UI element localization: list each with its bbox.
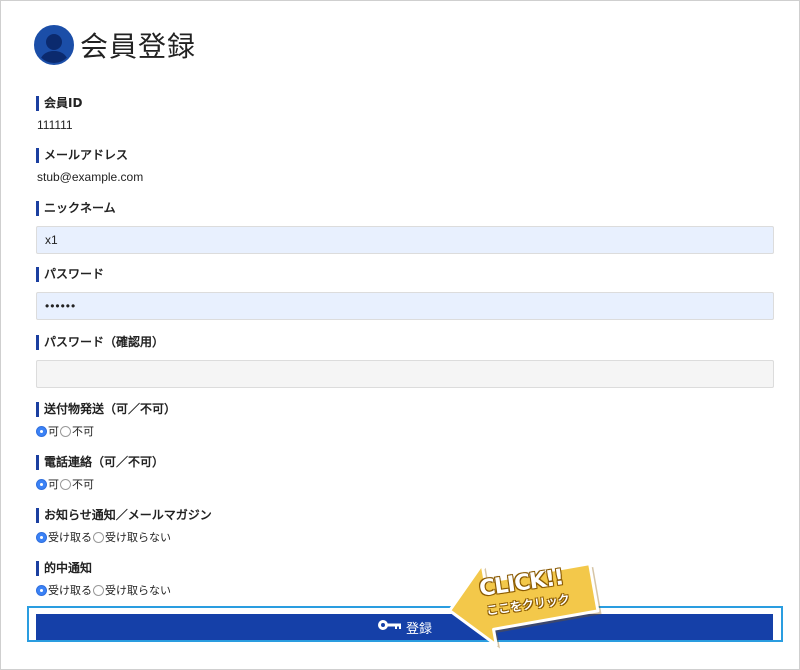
register-button-label: 登録 [405,621,432,637]
page-title: 会員登録 [80,30,197,63]
email-section: メールアドレス stub@example.com [36,148,776,184]
shipping-section: 送付物発送（可／不可） 可 不可 [36,402,776,439]
email-value: stub@example.com [37,170,144,184]
newsletter-label: お知らせ通知／メールマガジン [36,508,776,523]
password-confirm-section: パスワード（確認用） [36,335,776,388]
password-confirm-input[interactable] [36,360,774,388]
shipping-radio-yes[interactable] [36,425,47,437]
winning-radio-decline[interactable] [93,584,104,596]
shipping-option-yes-label[interactable]: 可 [48,423,59,439]
nickname-label: ニックネーム [36,201,776,216]
password-section: パスワード •••••• [36,267,776,320]
shipping-radio-no[interactable] [60,425,71,437]
page-header: 会員登録 [34,23,196,67]
password-input[interactable]: •••••• [36,292,774,320]
phone-radio-group: 可 不可 [36,476,776,492]
member-id-label: 会員ID [36,96,776,111]
phone-section: 電話連絡（可／不可） 可 不可 [36,455,776,492]
winning-radio-group: 受け取る 受け取らない [36,582,776,598]
winning-label: 的中通知 [36,561,776,576]
newsletter-option-receive-label[interactable]: 受け取る [48,529,92,545]
nickname-input[interactable]: x1 [36,226,774,254]
phone-radio-no[interactable] [60,478,71,490]
register-button[interactable]: 登録 [36,614,773,640]
password-label: パスワード [36,267,776,282]
key-icon [377,619,403,635]
winning-section: 的中通知 受け取る 受け取らない [36,561,776,598]
phone-option-yes-label[interactable]: 可 [48,476,59,492]
newsletter-section: お知らせ通知／メールマガジン 受け取る 受け取らない [36,508,776,545]
phone-option-no-label[interactable]: 不可 [72,476,94,492]
shipping-label: 送付物発送（可／不可） [36,402,776,417]
winning-option-decline-label[interactable]: 受け取らない [105,582,171,598]
user-icon [34,25,74,65]
shipping-radio-group: 可 不可 [36,423,776,439]
winning-option-receive-label[interactable]: 受け取る [48,582,92,598]
newsletter-radio-receive[interactable] [36,531,47,543]
winning-radio-receive[interactable] [36,584,47,596]
nickname-section: ニックネーム x1 [36,201,776,254]
phone-label: 電話連絡（可／不可） [36,455,776,470]
member-id-section: 会員ID 111111 [36,96,776,132]
email-label: メールアドレス [36,148,776,163]
phone-radio-yes[interactable] [36,478,47,490]
shipping-option-no-label[interactable]: 不可 [72,423,94,439]
newsletter-option-decline-label[interactable]: 受け取らない [105,529,171,545]
member-id-value: 111111 [37,118,73,132]
password-confirm-label: パスワード（確認用） [36,335,776,350]
newsletter-radio-decline[interactable] [93,531,104,543]
newsletter-radio-group: 受け取る 受け取らない [36,529,776,545]
